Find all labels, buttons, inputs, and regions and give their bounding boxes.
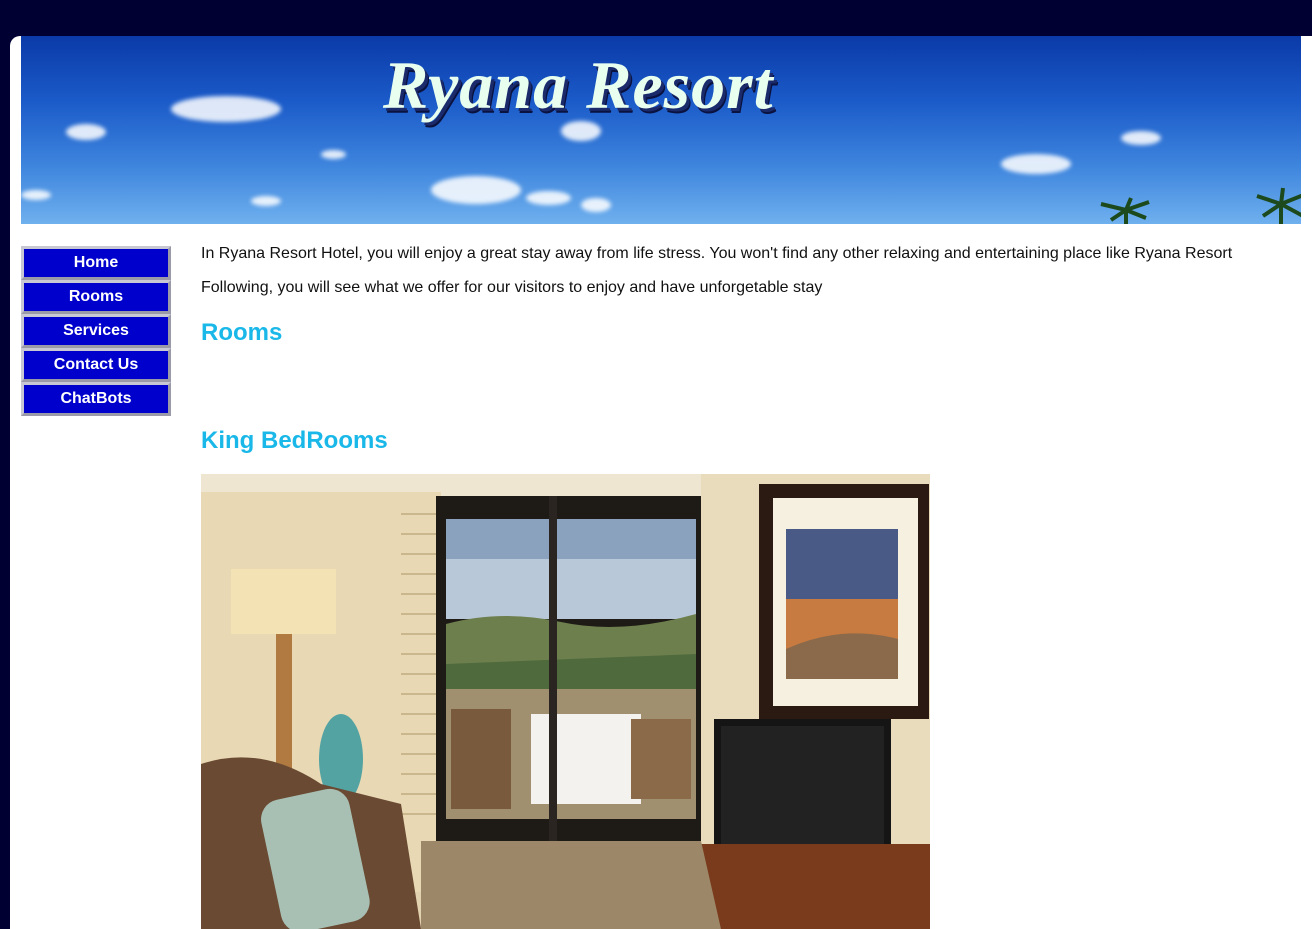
cloud — [66, 124, 106, 140]
palm-tree-icon — [1256, 187, 1301, 224]
site-title: Ryana Resort — [383, 47, 774, 123]
nav-contact-us-button[interactable]: Contact Us — [21, 348, 171, 382]
cloud — [526, 191, 571, 205]
king-bedroom-photo — [201, 474, 930, 929]
nav-home-button[interactable]: Home — [21, 246, 171, 280]
nav-chatbots-button[interactable]: ChatBots — [21, 382, 171, 416]
top-bar — [0, 0, 1312, 36]
page-container: Ryana Resort Home Rooms Services Contact… — [10, 36, 1312, 929]
rooms-heading: Rooms — [201, 319, 283, 346]
cloud — [1121, 131, 1161, 145]
cloud — [321, 150, 346, 159]
intro-text: In Ryana Resort Hotel, you will enjoy a … — [201, 245, 1233, 262]
cloud — [171, 96, 281, 122]
side-navigation: Home Rooms Services Contact Us ChatBots — [21, 246, 171, 416]
palm-tree-icon — [1100, 197, 1150, 224]
cloud — [21, 190, 51, 200]
nav-services-button[interactable]: Services — [21, 314, 171, 348]
header-banner: Ryana Resort — [21, 36, 1301, 224]
cloud — [431, 176, 521, 204]
nav-rooms-button[interactable]: Rooms — [21, 280, 171, 314]
cloud — [251, 196, 281, 206]
cloud — [1001, 154, 1071, 174]
following-text: Following, you will see what we offer fo… — [201, 279, 823, 296]
cloud — [581, 198, 611, 212]
king-bedrooms-heading: King BedRooms — [201, 427, 388, 454]
